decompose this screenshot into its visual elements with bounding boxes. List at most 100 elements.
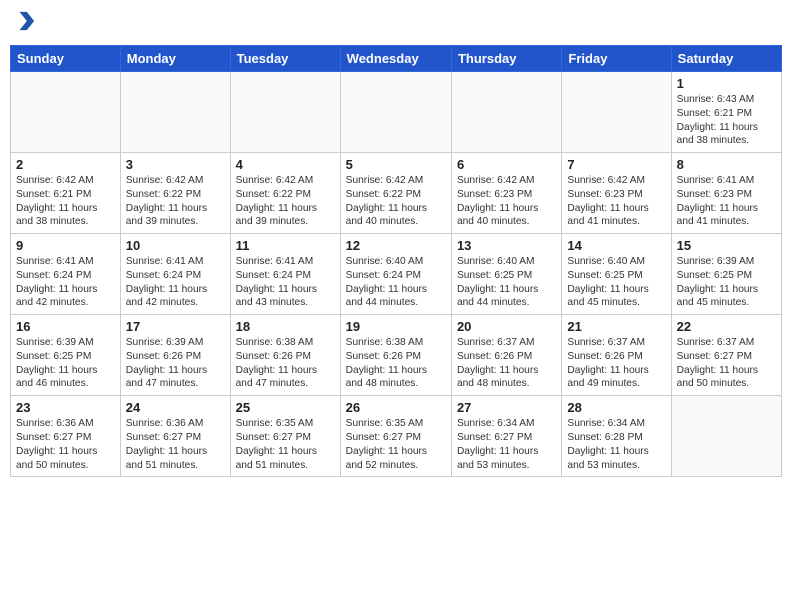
- calendar-table: SundayMondayTuesdayWednesdayThursdayFrid…: [10, 45, 782, 477]
- day-number: 8: [677, 157, 776, 172]
- day-number: 1: [677, 76, 776, 91]
- day-header-tuesday: Tuesday: [230, 46, 340, 72]
- calendar-cell: 16 Sunrise: 6:39 AM Sunset: 6:25 PM Dayli…: [11, 315, 121, 396]
- day-info: Sunrise: 6:41 AM Sunset: 6:24 PM Dayligh…: [126, 255, 225, 310]
- calendar-week-5: 23 Sunrise: 6:36 AM Sunset: 6:27 PM Dayli…: [11, 396, 782, 477]
- calendar-cell: 7 Sunrise: 6:42 AM Sunset: 6:23 PM Daylig…: [562, 153, 671, 234]
- day-info: Sunrise: 6:34 AM Sunset: 6:27 PM Dayligh…: [457, 417, 556, 472]
- day-number: 16: [16, 319, 115, 334]
- day-number: 26: [346, 400, 446, 415]
- calendar-cell: [562, 72, 671, 153]
- day-info: Sunrise: 6:37 AM Sunset: 6:26 PM Dayligh…: [457, 336, 556, 391]
- day-number: 9: [16, 238, 115, 253]
- day-number: 24: [126, 400, 225, 415]
- calendar-cell: 21 Sunrise: 6:37 AM Sunset: 6:26 PM Dayli…: [562, 315, 671, 396]
- calendar-cell: 24 Sunrise: 6:36 AM Sunset: 6:27 PM Dayli…: [120, 396, 230, 477]
- day-info: Sunrise: 6:41 AM Sunset: 6:23 PM Dayligh…: [677, 174, 776, 229]
- day-number: 17: [126, 319, 225, 334]
- logo-icon: [14, 10, 36, 32]
- day-number: 12: [346, 238, 446, 253]
- day-info: Sunrise: 6:37 AM Sunset: 6:27 PM Dayligh…: [677, 336, 776, 391]
- calendar-cell: [671, 396, 781, 477]
- day-info: Sunrise: 6:39 AM Sunset: 6:25 PM Dayligh…: [677, 255, 776, 310]
- calendar-cell: 26 Sunrise: 6:35 AM Sunset: 6:27 PM Dayli…: [340, 396, 451, 477]
- calendar-cell: [11, 72, 121, 153]
- day-number: 14: [567, 238, 665, 253]
- day-number: 22: [677, 319, 776, 334]
- calendar-header-row: SundayMondayTuesdayWednesdayThursdayFrid…: [11, 46, 782, 72]
- day-info: Sunrise: 6:42 AM Sunset: 6:22 PM Dayligh…: [126, 174, 225, 229]
- calendar-cell: [120, 72, 230, 153]
- day-info: Sunrise: 6:41 AM Sunset: 6:24 PM Dayligh…: [236, 255, 335, 310]
- day-number: 15: [677, 238, 776, 253]
- day-number: 4: [236, 157, 335, 172]
- day-header-wednesday: Wednesday: [340, 46, 451, 72]
- calendar-cell: 17 Sunrise: 6:39 AM Sunset: 6:26 PM Dayli…: [120, 315, 230, 396]
- day-number: 20: [457, 319, 556, 334]
- day-info: Sunrise: 6:42 AM Sunset: 6:23 PM Dayligh…: [457, 174, 556, 229]
- day-number: 5: [346, 157, 446, 172]
- calendar-cell: 14 Sunrise: 6:40 AM Sunset: 6:25 PM Dayli…: [562, 234, 671, 315]
- calendar-cell: 13 Sunrise: 6:40 AM Sunset: 6:25 PM Dayli…: [451, 234, 561, 315]
- day-number: 10: [126, 238, 225, 253]
- calendar-cell: 23 Sunrise: 6:36 AM Sunset: 6:27 PM Dayli…: [11, 396, 121, 477]
- calendar-cell: 10 Sunrise: 6:41 AM Sunset: 6:24 PM Dayli…: [120, 234, 230, 315]
- day-header-sunday: Sunday: [11, 46, 121, 72]
- calendar-cell: [230, 72, 340, 153]
- calendar-cell: 12 Sunrise: 6:40 AM Sunset: 6:24 PM Dayli…: [340, 234, 451, 315]
- day-header-saturday: Saturday: [671, 46, 781, 72]
- day-info: Sunrise: 6:35 AM Sunset: 6:27 PM Dayligh…: [346, 417, 446, 472]
- day-info: Sunrise: 6:40 AM Sunset: 6:25 PM Dayligh…: [457, 255, 556, 310]
- day-info: Sunrise: 6:39 AM Sunset: 6:25 PM Dayligh…: [16, 336, 115, 391]
- page-header: [10, 10, 782, 37]
- calendar-cell: 18 Sunrise: 6:38 AM Sunset: 6:26 PM Dayli…: [230, 315, 340, 396]
- calendar-cell: [451, 72, 561, 153]
- calendar-cell: 1 Sunrise: 6:43 AM Sunset: 6:21 PM Daylig…: [671, 72, 781, 153]
- logo: [14, 10, 38, 37]
- day-header-friday: Friday: [562, 46, 671, 72]
- day-number: 7: [567, 157, 665, 172]
- calendar-cell: 27 Sunrise: 6:34 AM Sunset: 6:27 PM Dayli…: [451, 396, 561, 477]
- calendar-cell: 4 Sunrise: 6:42 AM Sunset: 6:22 PM Daylig…: [230, 153, 340, 234]
- day-number: 28: [567, 400, 665, 415]
- day-number: 6: [457, 157, 556, 172]
- day-number: 11: [236, 238, 335, 253]
- day-number: 2: [16, 157, 115, 172]
- day-number: 19: [346, 319, 446, 334]
- calendar-cell: 3 Sunrise: 6:42 AM Sunset: 6:22 PM Daylig…: [120, 153, 230, 234]
- calendar-week-1: 1 Sunrise: 6:43 AM Sunset: 6:21 PM Daylig…: [11, 72, 782, 153]
- day-info: Sunrise: 6:37 AM Sunset: 6:26 PM Dayligh…: [567, 336, 665, 391]
- day-number: 27: [457, 400, 556, 415]
- day-number: 3: [126, 157, 225, 172]
- day-info: Sunrise: 6:42 AM Sunset: 6:21 PM Dayligh…: [16, 174, 115, 229]
- day-info: Sunrise: 6:41 AM Sunset: 6:24 PM Dayligh…: [16, 255, 115, 310]
- calendar-cell: 9 Sunrise: 6:41 AM Sunset: 6:24 PM Daylig…: [11, 234, 121, 315]
- calendar-week-2: 2 Sunrise: 6:42 AM Sunset: 6:21 PM Daylig…: [11, 153, 782, 234]
- day-info: Sunrise: 6:40 AM Sunset: 6:24 PM Dayligh…: [346, 255, 446, 310]
- calendar-cell: 2 Sunrise: 6:42 AM Sunset: 6:21 PM Daylig…: [11, 153, 121, 234]
- calendar-cell: 28 Sunrise: 6:34 AM Sunset: 6:28 PM Dayli…: [562, 396, 671, 477]
- day-info: Sunrise: 6:38 AM Sunset: 6:26 PM Dayligh…: [236, 336, 335, 391]
- calendar-cell: 25Sunrise: 6:35 AM Sunset: 6:27 PM Dayli…: [230, 396, 340, 477]
- day-info: Sunrise: 6:38 AM Sunset: 6:26 PM Dayligh…: [346, 336, 446, 391]
- day-header-thursday: Thursday: [451, 46, 561, 72]
- calendar-week-4: 16 Sunrise: 6:39 AM Sunset: 6:25 PM Dayli…: [11, 315, 782, 396]
- day-info: Sunrise: 6:43 AM Sunset: 6:21 PM Dayligh…: [677, 93, 776, 148]
- calendar-cell: 19 Sunrise: 6:38 AM Sunset: 6:26 PM Dayli…: [340, 315, 451, 396]
- day-info: Sunrise: 6:39 AM Sunset: 6:26 PM Dayligh…: [126, 336, 225, 391]
- day-info: Sunrise: 6:42 AM Sunset: 6:22 PM Dayligh…: [236, 174, 335, 229]
- day-number: 18: [236, 319, 335, 334]
- day-info: Sunrise: 6:36 AM Sunset: 6:27 PM Dayligh…: [16, 417, 115, 472]
- calendar-cell: 20 Sunrise: 6:37 AM Sunset: 6:26 PM Dayli…: [451, 315, 561, 396]
- day-info: Sunrise: 6:42 AM Sunset: 6:23 PM Dayligh…: [567, 174, 665, 229]
- calendar-cell: 22 Sunrise: 6:37 AM Sunset: 6:27 PM Dayli…: [671, 315, 781, 396]
- day-number: 23: [16, 400, 115, 415]
- day-info: Sunrise: 6:34 AM Sunset: 6:28 PM Dayligh…: [567, 417, 665, 472]
- day-number: 21: [567, 319, 665, 334]
- day-info: Sunrise: 6:36 AM Sunset: 6:27 PM Dayligh…: [126, 417, 225, 472]
- day-number: 13: [457, 238, 556, 253]
- day-info: Sunrise: 6:35 AM Sunset: 6:27 PM Dayligh…: [236, 417, 335, 472]
- calendar-cell: 6 Sunrise: 6:42 AM Sunset: 6:23 PM Daylig…: [451, 153, 561, 234]
- calendar-week-3: 9 Sunrise: 6:41 AM Sunset: 6:24 PM Daylig…: [11, 234, 782, 315]
- day-info: Sunrise: 6:40 AM Sunset: 6:25 PM Dayligh…: [567, 255, 665, 310]
